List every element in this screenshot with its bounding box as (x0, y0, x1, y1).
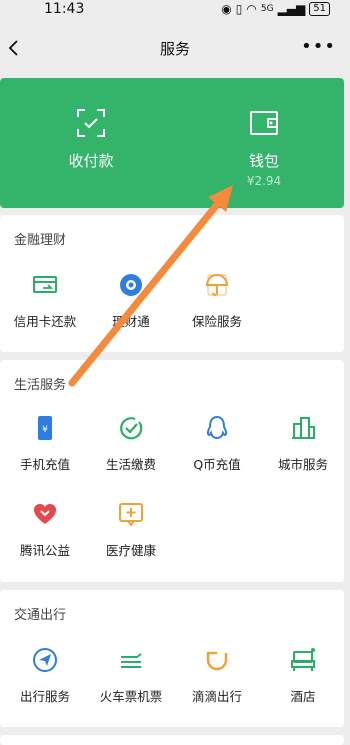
page-title: 服务 (159, 40, 190, 58)
phone-topup-icon: ¥ (38, 416, 52, 440)
city-services-item[interactable]: 城市服务 (260, 414, 346, 473)
insurance-label: 保险服务 (191, 314, 242, 329)
train-flight-item[interactable]: 火车票机票 (88, 646, 174, 705)
wallet-button[interactable]: 钱包 ¥2.94 (178, 78, 350, 208)
didi-item[interactable]: 滴滴出行 (174, 646, 260, 705)
status-time: 11:43 (44, 1, 85, 17)
wallet-label: 钱包 (248, 152, 279, 170)
pay-receive-button[interactable]: 收付款 (5, 78, 177, 208)
wifi-icon: ◠ (246, 2, 257, 16)
licaitong-label: 理财通 (112, 314, 150, 329)
phone-topup-item[interactable]: ¥ 手机充值 (2, 414, 88, 473)
insurance-item[interactable]: 保险服务 (174, 271, 260, 330)
vibrate-icon: ▯ (235, 2, 243, 16)
life-services-section: 生活服务 ¥ 手机充值 生活缴费 Q币充值 城市服务 腾讯公益 医疗健康 (0, 360, 344, 582)
nav-bar: 服务 ••• (0, 22, 350, 76)
trip-services-item[interactable]: 出行服务 (2, 646, 88, 705)
charity-heart-icon (34, 504, 56, 524)
hotel-item[interactable]: 酒店 (260, 646, 346, 705)
licaitong-item[interactable]: 理财通 (88, 271, 174, 330)
didi-label: 滴滴出行 (191, 689, 242, 704)
utility-check-icon (120, 417, 143, 440)
finance-section-title: 金融理财 (14, 233, 67, 248)
qcoin-topup-label: Q币充值 (193, 457, 241, 472)
credit-card-icon (33, 276, 57, 293)
credit-card-repay-item[interactable]: 信用卡还款 (2, 271, 88, 330)
status-bar: 11:43 ◉ ▯ ◠ 5G ▂▄▆ 51 (0, 0, 350, 22)
wallet-balance: ¥2.94 (246, 174, 282, 188)
eye-icon: ◉ (221, 2, 232, 16)
train-flight-label: 火车票机票 (99, 689, 163, 704)
utility-pay-item[interactable]: 生活缴费 (88, 414, 174, 473)
licaitong-icon (120, 274, 142, 296)
train-ticket-icon (121, 653, 142, 668)
pay-wallet-panel: 收付款 钱包 ¥2.94 (0, 78, 344, 208)
signal-icon: ▂▄▆ (277, 2, 306, 16)
svg-text:¥: ¥ (42, 425, 48, 435)
trip-services-label: 出行服务 (19, 689, 70, 704)
qcoin-topup-item[interactable]: Q币充值 (174, 414, 260, 473)
tencent-charity-label: 腾讯公益 (19, 543, 70, 558)
scan-pay-icon (77, 109, 105, 137)
qq-penguin-icon (206, 415, 228, 440)
status-icons: ◉ ▯ ◠ 5G ▂▄▆ 51 (221, 2, 330, 16)
city-services-label: 城市服务 (277, 457, 328, 472)
wallet-icon (250, 111, 278, 135)
tencent-charity-item[interactable]: 腾讯公益 (2, 500, 88, 559)
insurance-umbrella-icon (205, 274, 229, 296)
network-type: 5G (260, 4, 274, 14)
travel-section-title: 交通出行 (14, 608, 67, 623)
credit-card-repay-label: 信用卡还款 (13, 314, 77, 329)
city-buildings-icon (292, 417, 315, 439)
didi-logo-icon (206, 651, 228, 671)
navigation-compass-icon (33, 648, 57, 672)
utility-pay-label: 生活缴费 (105, 457, 156, 472)
travel-section: 交通出行 出行服务 火车票机票 滴滴出行 酒店 (0, 590, 344, 727)
medical-health-label: 医疗健康 (105, 543, 156, 558)
hotel-label: 酒店 (290, 689, 316, 704)
medical-cross-icon (119, 503, 143, 527)
battery-icon: 51 (309, 2, 330, 16)
life-section-title: 生活服务 (14, 378, 67, 393)
next-section-card (0, 735, 344, 745)
pay-receive-label: 收付款 (68, 152, 114, 170)
finance-section: 金融理财 信用卡还款 理财通 保险服务 (0, 215, 344, 352)
medical-health-item[interactable]: 医疗健康 (88, 500, 174, 559)
phone-topup-label: 手机充值 (19, 457, 70, 472)
hotel-bed-icon (291, 648, 315, 671)
more-options-icon[interactable]: ••• (301, 36, 336, 57)
